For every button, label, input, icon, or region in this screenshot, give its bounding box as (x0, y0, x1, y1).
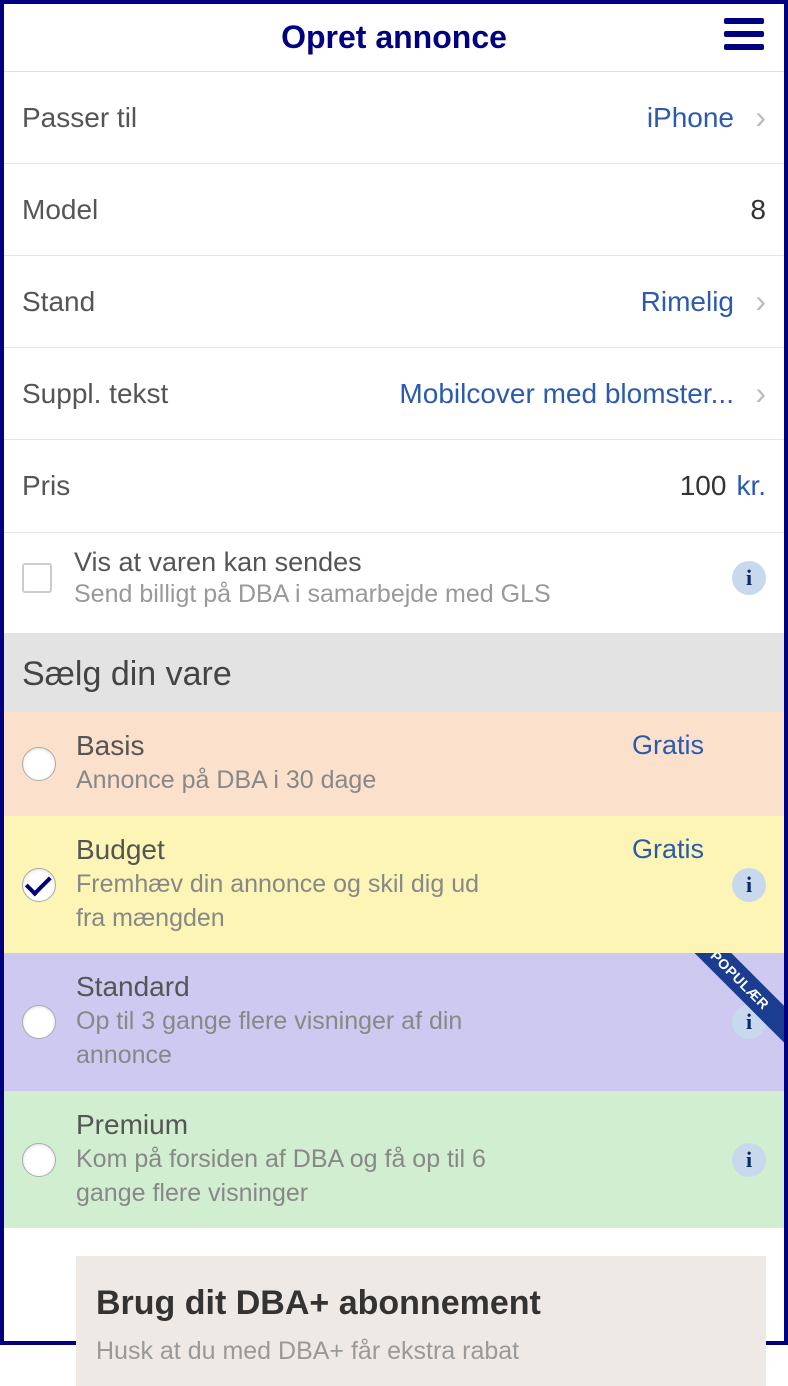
row-condition[interactable]: Stand Rimelig › (4, 256, 784, 348)
plan-standard-desc: Op til 3 gange flere visninger af din an… (76, 1005, 506, 1073)
fits-label: Passer til (22, 102, 137, 134)
condition-value: Rimelig (95, 286, 746, 318)
plan-basis-title: Basis (76, 730, 506, 762)
plan-basis-desc: Annonce på DBA i 30 dage (76, 764, 506, 798)
info-icon[interactable]: i (732, 561, 766, 595)
page-title: Opret annonce (281, 19, 507, 56)
plan-basis-price: Gratis (632, 730, 704, 761)
shipping-checkbox[interactable] (22, 563, 52, 593)
model-label: Model (22, 194, 98, 226)
chevron-right-icon: › (746, 375, 766, 412)
price-value: 100 (70, 470, 736, 502)
dba-plus-subtitle: Husk at du med DBA+ får ekstra rabat (96, 1337, 746, 1366)
model-value: 8 (98, 194, 766, 226)
shipping-title: Vis at varen kan sendes (74, 547, 732, 578)
plan-basis-radio[interactable] (22, 747, 56, 781)
plan-premium-title: Premium (76, 1109, 506, 1141)
price-label: Pris (22, 470, 70, 502)
price-unit: kr. (736, 470, 766, 502)
plan-budget-desc: Fremhæv din annonce og skil dig ud fra m… (76, 868, 506, 936)
plan-standard-radio[interactable] (22, 1005, 56, 1039)
shipping-text: Vis at varen kan sendes Send billigt på … (74, 547, 732, 609)
row-price[interactable]: Pris 100 kr. (4, 440, 784, 532)
plan-standard[interactable]: Standard Op til 3 gange flere visninger … (4, 953, 784, 1091)
plan-budget-price: Gratis (632, 834, 704, 865)
info-icon[interactable]: i (732, 868, 766, 902)
popular-ribbon: POPULÆR (670, 953, 784, 1050)
plan-budget[interactable]: Budget Fremhæv din annonce og skil dig u… (4, 816, 784, 954)
plan-basis[interactable]: Basis Annonce på DBA i 30 dage Gratis (4, 712, 784, 816)
plan-premium[interactable]: Premium Kom på forsiden af DBA og få op … (4, 1091, 784, 1229)
info-icon[interactable]: i (732, 1143, 766, 1177)
header: Opret annonce (4, 4, 784, 72)
fits-value: iPhone (137, 102, 746, 134)
plan-premium-radio[interactable] (22, 1143, 56, 1177)
suppl-value: Mobilcover med blomster... (168, 378, 746, 410)
chevron-right-icon: › (746, 283, 766, 320)
suppl-label: Suppl. tekst (22, 378, 168, 410)
plan-standard-title: Standard (76, 971, 506, 1003)
plan-budget-radio[interactable] (22, 868, 56, 902)
shipping-subtitle: Send billigt på DBA i samarbejde med GLS (74, 580, 732, 609)
plan-premium-desc: Kom på forsiden af DBA og få op til 6 ga… (76, 1143, 506, 1211)
menu-icon[interactable] (724, 18, 764, 50)
row-fits[interactable]: Passer til iPhone › (4, 72, 784, 164)
dba-plus-title: Brug dit DBA+ abonnement (96, 1284, 746, 1323)
plan-budget-title: Budget (76, 834, 506, 866)
row-suppl-text[interactable]: Suppl. tekst Mobilcover med blomster... … (4, 348, 784, 440)
dba-plus-box[interactable]: Brug dit DBA+ abonnement Husk at du med … (76, 1256, 766, 1386)
condition-label: Stand (22, 286, 95, 318)
sell-heading: Sælg din vare (4, 633, 784, 712)
chevron-right-icon: › (746, 99, 766, 136)
row-shipping: Vis at varen kan sendes Send billigt på … (4, 532, 784, 633)
row-model[interactable]: Model 8 (4, 164, 784, 256)
